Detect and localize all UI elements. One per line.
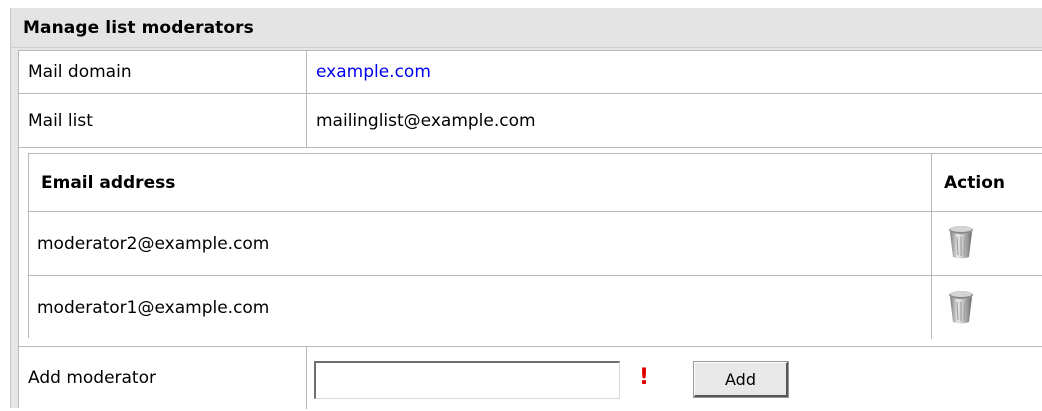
column-divider bbox=[306, 347, 307, 409]
moderator-email: moderator1@example.com bbox=[37, 297, 270, 318]
panel-header: Manage list moderators bbox=[11, 8, 1042, 48]
add-moderator-label: Add moderator bbox=[28, 368, 156, 388]
manage-moderators-panel: Manage list moderators Mail domain examp… bbox=[10, 8, 1042, 409]
column-divider bbox=[931, 154, 932, 339]
moderator-email: moderator2@example.com bbox=[37, 233, 270, 254]
panel-title: Manage list moderators bbox=[23, 18, 254, 38]
column-header-action: Action bbox=[944, 172, 1005, 193]
moderators-form-table: Mail domain example.com Mail list mailin… bbox=[18, 50, 1042, 409]
trash-icon[interactable] bbox=[947, 224, 975, 260]
mail-list-row: Mail list mailinglist@example.com bbox=[19, 94, 1042, 147]
table-row: moderator1@example.com bbox=[29, 276, 1042, 339]
add-button[interactable]: Add bbox=[693, 361, 789, 398]
mail-domain-row: Mail domain example.com bbox=[19, 51, 1042, 93]
moderator-email-input[interactable] bbox=[314, 361, 620, 399]
divider bbox=[19, 147, 1042, 148]
moderators-table-header: Email address Action bbox=[29, 154, 1042, 211]
moderators-table: Email address Action moderator2@example.… bbox=[28, 153, 1042, 339]
trash-icon[interactable] bbox=[947, 289, 975, 325]
table-row: moderator2@example.com bbox=[29, 212, 1042, 275]
column-header-email: Email address bbox=[41, 172, 176, 193]
column-divider bbox=[306, 51, 307, 147]
required-field-marker: ! bbox=[639, 365, 650, 390]
mail-list-value: mailinglist@example.com bbox=[316, 110, 536, 131]
mail-domain-label: Mail domain bbox=[28, 62, 132, 82]
mail-domain-link[interactable]: example.com bbox=[316, 62, 431, 82]
mail-list-label: Mail list bbox=[28, 110, 93, 131]
